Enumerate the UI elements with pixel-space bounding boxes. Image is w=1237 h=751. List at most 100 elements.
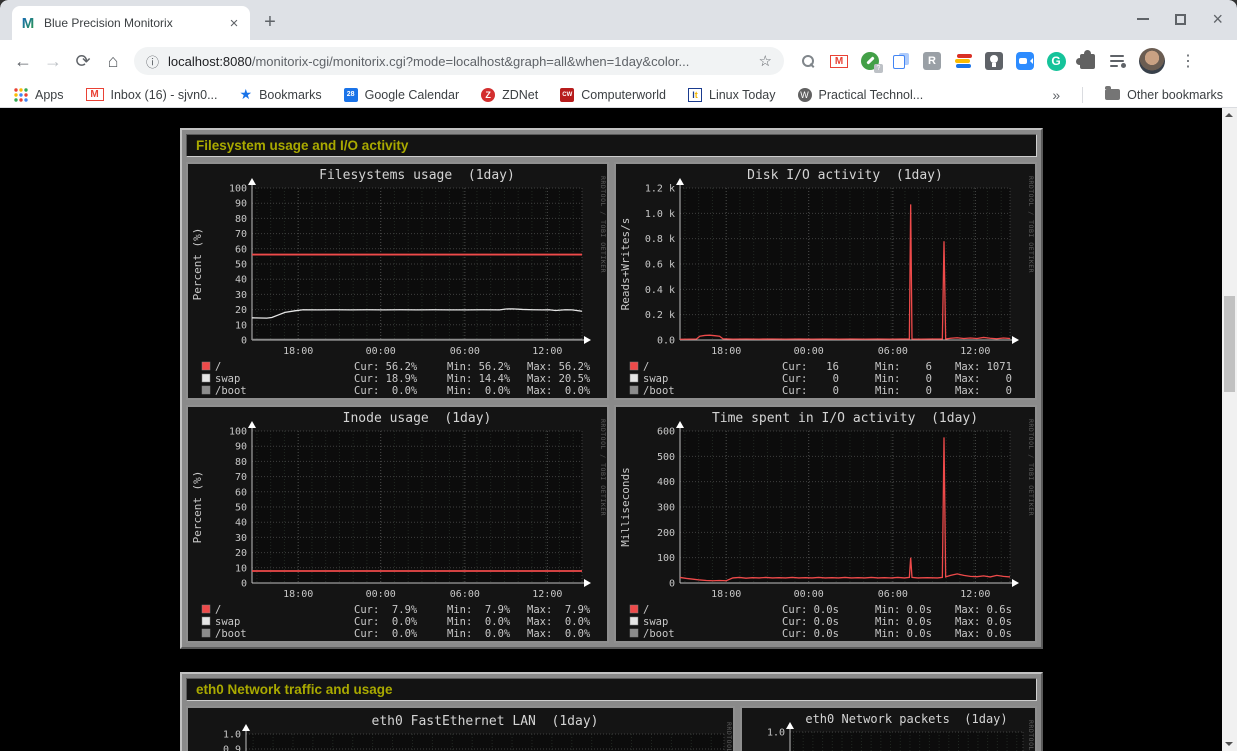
back-button[interactable]: ← <box>8 46 38 76</box>
scrollbar-up-icon[interactable] <box>1225 113 1233 117</box>
y-tick-label: 0.6 k <box>645 260 675 271</box>
copy-pages-icon[interactable] <box>891 51 911 71</box>
computerworld-icon: CW <box>560 88 574 102</box>
bookmark-bookmarks[interactable]: ★ Bookmarks <box>240 86 322 103</box>
y-tick-label: 20 <box>235 305 247 316</box>
legend-cur: Cur: 0 <box>782 373 839 385</box>
bookmark-label: Bookmarks <box>259 88 322 102</box>
other-bookmarks-label: Other bookmarks <box>1127 88 1223 102</box>
section-header-eth0: eth0 Network traffic and usage <box>186 678 1037 701</box>
bookmarks-overflow-chevron[interactable]: » <box>1052 87 1060 103</box>
books-stack-icon[interactable] <box>953 51 973 71</box>
google-voice-icon[interactable]: ? <box>860 51 880 71</box>
profile-avatar[interactable] <box>1139 48 1165 74</box>
legend-cur: Cur: 56.2% <box>354 361 418 373</box>
y-axis-label: Reads+Writes/s <box>619 218 632 311</box>
legend-cur: Cur: 0.0% <box>354 385 418 397</box>
y-tick-label: 1.2 k <box>645 184 675 195</box>
legend-max: Max: 0.0% <box>527 628 591 640</box>
y-tick-label: 300 <box>657 503 675 514</box>
y-axis-label: Percent (%) <box>191 228 204 301</box>
bookmark-google-calendar[interactable]: 28 Google Calendar <box>344 88 460 102</box>
folder-icon <box>1105 89 1120 100</box>
grammarly-icon[interactable]: G <box>1046 51 1066 71</box>
x-tick-label: 12:00 <box>960 589 990 600</box>
rrdtool-watermark: RRDTOOL / TOBI OETIKER <box>1027 419 1035 516</box>
browser-window: M Blue Precision Monitorix × + × ← → ⟳ ⌂… <box>0 0 1237 751</box>
x-tick-label: 06:00 <box>450 589 480 600</box>
y-tick-label: 400 <box>657 477 675 488</box>
y-tick-label: 100 <box>229 427 247 438</box>
legend-min: Min: 0.0% <box>447 616 511 628</box>
chart-title: Disk I/O activity (1day) <box>747 168 943 183</box>
browser-tab[interactable]: M Blue Precision Monitorix × <box>12 6 250 40</box>
x-tick-label: 00:00 <box>366 589 396 600</box>
chart-disk-io-activity[interactable]: 1.2 k1.0 k0.8 k0.6 k0.4 k0.2 k0.018:0000… <box>614 162 1037 400</box>
bookmark-zdnet[interactable]: Z ZDNet <box>481 88 538 102</box>
chart-filesystems-usage[interactable]: 100908070605040302010018:0000:0006:0012:… <box>186 162 609 400</box>
other-bookmarks-button[interactable]: Other bookmarks <box>1105 88 1223 102</box>
scrollbar-track[interactable] <box>1222 108 1237 751</box>
section-filesystem-io: Filesystem usage and I/O activity 100908… <box>180 128 1043 649</box>
y-tick-label: 0 <box>241 579 247 590</box>
y-tick-label: 0.2 k <box>645 310 675 321</box>
rrdtool-watermark: RRDTOOL / TOBI OETIKER <box>599 176 607 273</box>
legend-min: Min: 0.0s <box>875 616 932 628</box>
minimize-icon[interactable] <box>1137 18 1149 20</box>
y-axis-label: Percent (%) <box>191 471 204 544</box>
y-tick-label: 60 <box>235 244 247 255</box>
url-path: /monitorix-cgi/monitorix.cgi?mode=localh… <box>252 54 690 69</box>
y-tick-label: 50 <box>235 503 247 514</box>
tab-close-icon[interactable]: × <box>226 15 242 32</box>
zoom-meeting-icon[interactable] <box>1015 51 1035 71</box>
y-tick-label: 500 <box>657 452 675 463</box>
bookmark-inbox[interactable]: M Inbox (16) - sjvn0... <box>86 88 218 102</box>
address-bar[interactable]: ⓘ localhost:8080/monitorix-cgi/monitorix… <box>134 47 784 75</box>
scrollbar-down-icon[interactable] <box>1225 742 1233 746</box>
bookmarks-divider <box>1082 87 1083 103</box>
bookmark-practical-technology[interactable]: W Practical Technol... <box>798 88 924 102</box>
scrollbar-thumb[interactable] <box>1224 296 1235 392</box>
menu-kebab-icon[interactable]: ⋮ <box>1176 51 1200 71</box>
y-tick-label: 90 <box>235 442 247 453</box>
search-extension-icon[interactable] <box>798 51 818 71</box>
lamp-extension-icon[interactable] <box>984 51 1004 71</box>
bookmark-computerworld[interactable]: CW Computerworld <box>560 88 666 102</box>
gmail-extension-icon[interactable]: M <box>829 51 849 71</box>
y-tick-label: 0 <box>241 336 247 347</box>
home-button[interactable]: ⌂ <box>98 46 128 76</box>
bookmark-star-icon[interactable]: ☆ <box>759 52 772 70</box>
bookmark-apps[interactable]: Apps <box>14 88 64 102</box>
y-tick-label: 10 <box>235 563 247 574</box>
new-tab-button[interactable]: + <box>256 8 284 36</box>
legend-cur: Cur: 18.9% <box>354 373 418 385</box>
chart-eth0-traffic[interactable]: 1.00.9eth0 FastEthernet LAN (1day)RRDTOO… <box>186 706 735 751</box>
rakuten-icon[interactable]: R <box>922 51 942 71</box>
linux-today-icon: lt <box>688 88 702 102</box>
chart-eth0-packets[interactable]: 1.0eth0 Network packets (1day)Packets/sR… <box>740 706 1037 751</box>
svg-text:M: M <box>22 15 35 31</box>
extensions-puzzle-icon[interactable] <box>1077 51 1097 71</box>
legend-cur: Cur: 0 <box>782 385 839 397</box>
reload-button[interactable]: ⟳ <box>68 46 98 76</box>
window-controls: × <box>1137 0 1223 38</box>
page-content: Filesystem usage and I/O activity 100908… <box>0 108 1237 751</box>
bookmark-linux-today[interactable]: lt Linux Today <box>688 88 776 102</box>
y-tick-label: 1.0 <box>767 728 785 739</box>
y-tick-label: 80 <box>235 214 247 225</box>
forward-button[interactable]: → <box>38 46 68 76</box>
star-icon: ★ <box>240 86 253 103</box>
close-icon[interactable]: × <box>1212 10 1223 28</box>
page-info-icon[interactable]: ⓘ <box>146 52 159 71</box>
bookmarks-bar: Apps M Inbox (16) - sjvn0... ★ Bookmarks… <box>0 82 1237 108</box>
chart-inode-usage[interactable]: 100908070605040302010018:0000:0006:0012:… <box>186 405 609 643</box>
legend-label: / <box>643 361 649 373</box>
chart-time-spent-io[interactable]: 600500400300200100018:0000:0006:0012:00T… <box>614 405 1037 643</box>
y-tick-label: 0 <box>669 579 675 590</box>
legend-max: Max: 0.0s <box>955 616 1012 628</box>
chart-title: eth0 Network packets (1day) <box>805 712 1007 726</box>
maximize-icon[interactable] <box>1175 14 1186 25</box>
playlist-icon[interactable] <box>1108 51 1128 71</box>
bookmark-label: Computerworld <box>581 88 666 102</box>
chart-svg: 1.2 k1.0 k0.8 k0.6 k0.4 k0.2 k0.018:0000… <box>616 164 1035 398</box>
